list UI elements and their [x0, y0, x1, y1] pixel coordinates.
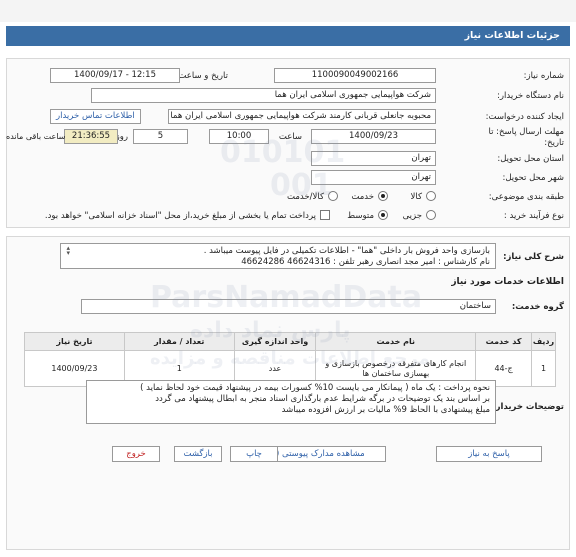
contact-info-link[interactable]: اطلاعات تماس خریدار [50, 109, 141, 124]
page-header: جزئیات اطلاعات نیاز [6, 26, 570, 46]
col-row: ردیف [531, 332, 556, 351]
category-label: طبقه بندی موضوعی: [488, 192, 564, 202]
buyer-notes-line-3: مبلغ پیشنهادی با الحاظ 9% مالیات بر ارزش… [281, 405, 490, 415]
service-group-field: ساختمان [81, 299, 496, 314]
city-field: تهران [311, 170, 436, 185]
purchase-radio-minor[interactable] [426, 210, 436, 220]
purchase-option-minor: جزیی [402, 211, 422, 221]
services-table-header: ردیف کد خدمت نام خدمت واحد اندازه گیری ت… [24, 332, 556, 351]
announce-field: 1400/09/17 - 12:15 [50, 68, 180, 83]
service-group-label: گروه خدمت: [511, 302, 564, 312]
buyer-org-label: نام دستگاه خریدار: [497, 91, 564, 101]
col-date: تاریخ نیاز [24, 332, 125, 351]
category-option-goods-service: کالا/خدمت [287, 192, 324, 202]
treasury-payment-note: پرداخت تمام یا بخشی از مبلغ خرید،از محل … [44, 211, 316, 221]
category-option-goods: کالا [410, 192, 422, 202]
description-label: شرح کلی نیاز: [503, 252, 564, 262]
deadline-date-field: 1400/09/23 [311, 129, 436, 144]
need-number-field: 1100090049002166 [274, 68, 436, 83]
col-qty: تعداد / مقدار [123, 332, 235, 351]
remaining-label: ساعت باقی مانده [6, 132, 66, 141]
buyer-notes-textarea: نحوه پرداخت : یک ماه ( پیمانکار می بایست… [86, 380, 496, 424]
print-button[interactable]: چاپ [230, 446, 278, 462]
description-line-2: نام کارشناس : امیر مجد انصاری رهبر تلفن … [241, 257, 490, 267]
buyer-org-field: شرکت هواپیمایی جمهوری اسلامی ایران هما [91, 88, 436, 103]
category-radio-goods[interactable] [426, 191, 436, 201]
purchase-type-label: نوع فرآیند خرید : [503, 211, 564, 221]
remaining-time-field: 21:36:55 [64, 129, 118, 144]
category-option-service: خدمت [351, 192, 374, 202]
buyer-notes-line-1: نحوه پرداخت : یک ماه ( پیمانکار می بایست… [140, 383, 490, 393]
back-button[interactable]: بازگشت [174, 446, 222, 462]
services-table: ردیف کد خدمت نام خدمت واحد اندازه گیری ت… [24, 332, 556, 387]
purchase-option-medium: متوسط [347, 211, 374, 221]
description-textarea[interactable]: بازسازی واحد فروش بار داخلی "هما" - اطلا… [60, 243, 496, 269]
deadline-time-field: 10:00 [209, 129, 269, 144]
days-field: 5 [133, 129, 188, 144]
col-name: نام خدمت [315, 332, 477, 351]
purchase-radio-medium[interactable] [378, 210, 388, 220]
province-field: تهران [311, 151, 436, 166]
scroll-arrows-icon[interactable]: ▴ ▾ [64, 245, 70, 257]
city-label: شهر محل تحویل: [502, 173, 564, 183]
description-line-1: بازسازی واحد فروش بار داخلی "هما" - اطلا… [203, 246, 490, 256]
province-label: استان محل تحویل: [497, 154, 564, 164]
category-radio-goods-service[interactable] [328, 191, 338, 201]
deadline-time-label: ساعت [278, 132, 302, 142]
treasury-payment-checkbox[interactable] [320, 210, 330, 220]
col-unit: واحد اندازه گیری [233, 332, 317, 351]
reply-button[interactable]: پاسخ به نیاز [436, 446, 542, 462]
need-number-label: شماره نیاز: [523, 71, 564, 81]
buyer-notes-line-2: بر اساس بند یک توضیحات در برگه شرایط عدم… [155, 394, 490, 404]
deadline-label-date: تاریخ: [544, 138, 564, 148]
creator-field: محبوبه جانعلی قربانی کارمند شرکت هواپیما… [168, 109, 436, 124]
services-section-title: اطلاعات خدمات مورد نیاز [451, 277, 564, 287]
exit-button[interactable]: خروج [112, 446, 160, 462]
cell-row: 1 [531, 350, 556, 387]
buyer-notes-label: توضیحات خریدار: [492, 402, 564, 412]
window-titlebar [0, 0, 576, 22]
creator-label: ایجاد کننده درخواست: [485, 112, 564, 122]
deadline-label: مهلت ارسال پاسخ: تا [488, 127, 564, 137]
category-radio-service[interactable] [378, 191, 388, 201]
col-code: کد خدمت [475, 332, 533, 351]
